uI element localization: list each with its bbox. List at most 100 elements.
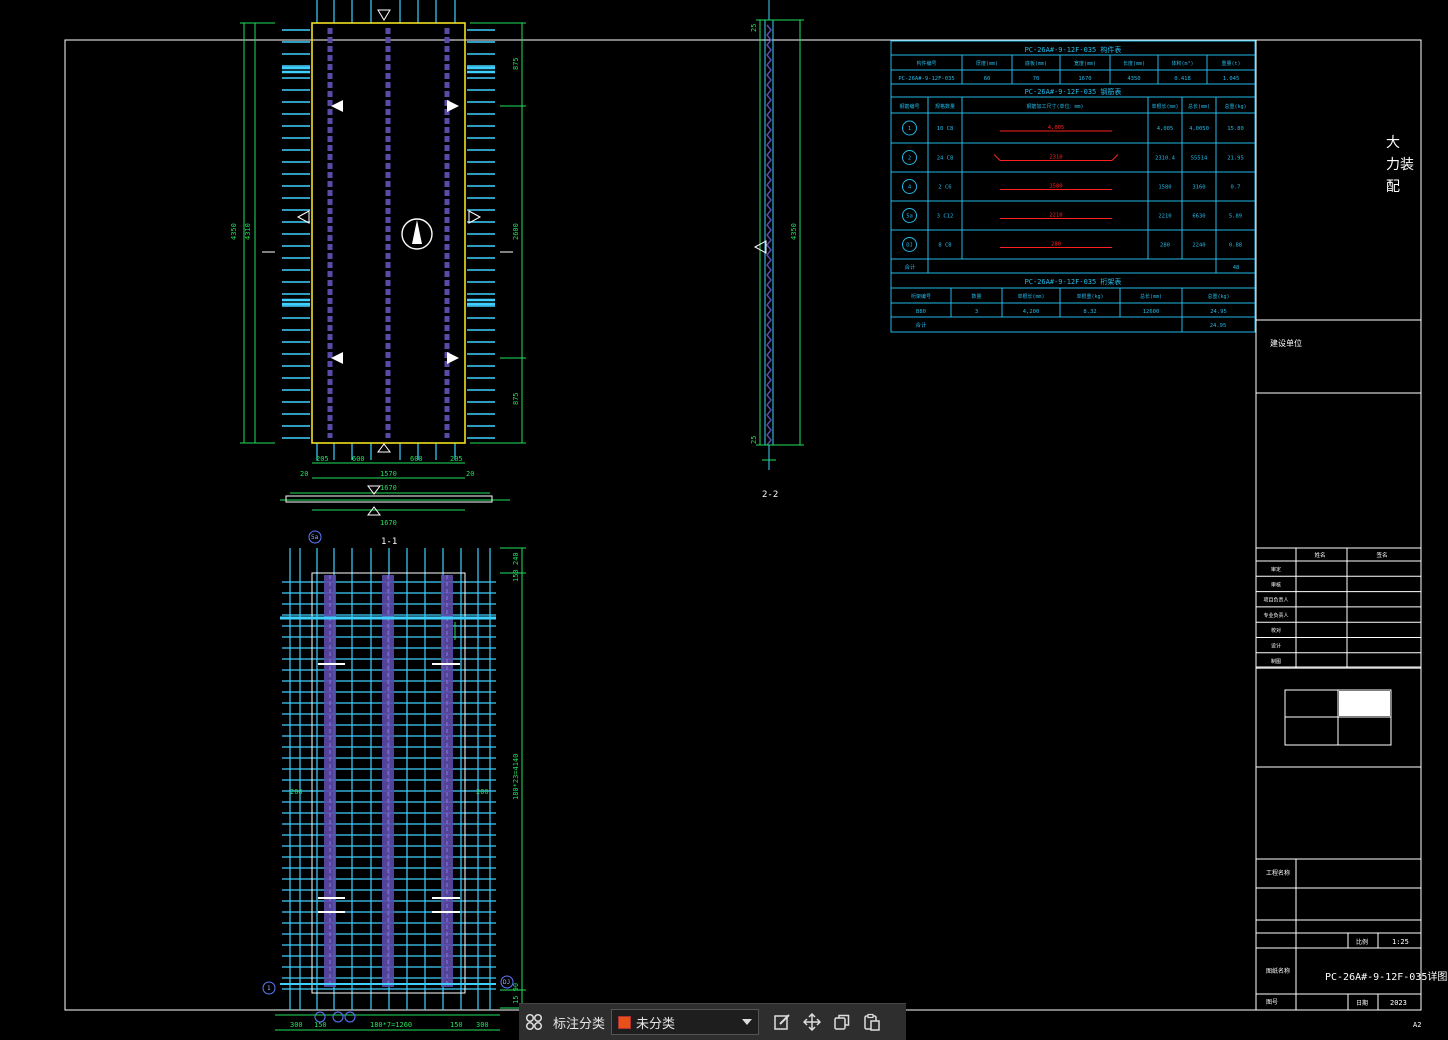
table-cell-text: 15.80 (1227, 126, 1244, 132)
copy-icon (834, 1014, 850, 1030)
table-cell-text: 4350 (1127, 76, 1140, 82)
category-dropdown[interactable]: 未分类 (611, 1009, 760, 1035)
svg-text:205: 205 (450, 455, 463, 463)
table-cell-text: 数量 (971, 293, 981, 300)
table-cell-text: 厚度(mm) (976, 60, 998, 67)
annotation-toolbar[interactable]: 标注分类 未分类 (519, 1003, 906, 1040)
table-cell-text: 8 C8 (938, 243, 951, 249)
paste-button[interactable] (857, 1007, 887, 1037)
sig-header: 签名 (1376, 551, 1387, 559)
rebar-hook (993, 154, 1001, 161)
table-cell-text: 规格数量 (935, 103, 955, 110)
paste-icon (864, 1013, 880, 1031)
drawing-frame (64, 39, 1422, 1011)
rebar-layout-view[interactable]: 240 150 180*23=4140 15 90 300 150 180*7=… (262, 530, 526, 1031)
section-2-2-view[interactable]: 25 4350 25 2-2 (750, 0, 804, 500)
table-cell-text: PC-26A#-9-12F-035 钢筋表 (1025, 87, 1122, 96)
table-cell-text: 0.88 (1229, 243, 1242, 249)
svg-text:25: 25 (750, 436, 758, 444)
plan-dim-text: 4350 4310 875 2600 875 205 600 600 205 1… (230, 57, 520, 527)
move-icon (803, 1013, 822, 1031)
direction-arrow-icon (412, 220, 422, 244)
table-cell-text: PC-26A#-9-12F-035 (898, 76, 954, 82)
table-cell-text: 24.95 (1210, 309, 1227, 315)
table-cell-text: 总重(kg) (1224, 103, 1246, 110)
grid-icon (525, 1013, 543, 1031)
svg-text:2600: 2600 (512, 223, 520, 240)
lifting-point-icon (447, 352, 459, 364)
svg-text:150: 150 (512, 569, 520, 582)
svg-text:4350: 4350 (790, 223, 798, 240)
lifting-point-icon (331, 352, 343, 364)
sig-row-label: 专业负责人 (1263, 612, 1288, 619)
rebar-hook (1111, 154, 1119, 161)
apps-grid-button[interactable] (519, 1007, 549, 1037)
table-cell-text: 1580 (1158, 185, 1171, 191)
move-button[interactable] (797, 1007, 827, 1037)
table-cell-text: 1.045 (1223, 76, 1240, 82)
svg-text:200: 200 (476, 788, 489, 796)
table-cell-text: 12600 (1143, 309, 1160, 315)
table-cell-text: 70 (1033, 76, 1040, 82)
title-logo-block (1339, 691, 1390, 716)
sig-row-label: 项目负责人 (1263, 597, 1288, 604)
title-block: 姓名 签名审定审核项目负责人专业负责人校对设计制图 大 力装 配 建设单位 工程名… (1255, 40, 1447, 1029)
table-cell-text: 4,0050 (1189, 126, 1209, 132)
svg-text:20: 20 (300, 470, 308, 478)
copy-button[interactable] (827, 1007, 857, 1037)
table-cell-text: 24 C8 (937, 156, 954, 162)
table-cell-text: 合计 (915, 321, 927, 329)
svg-text:600: 600 (410, 455, 423, 463)
table-cell-text: 280 (1051, 242, 1061, 248)
table-cell-text: 宽度(mm) (1074, 60, 1096, 67)
drawing-no-label: 图号 (1266, 999, 1278, 1006)
table-cell-text: 48 (1233, 265, 1240, 271)
sig-row-label: 校对 (1271, 627, 1281, 634)
construction-unit-label: 建设单位 (1270, 338, 1302, 348)
scale-value: 1:25 (1392, 938, 1409, 946)
chevron-down-icon (742, 1019, 753, 1025)
category-color-swatch (618, 1015, 632, 1029)
edit-button[interactable] (767, 1007, 797, 1037)
table-cell-text: 2 (908, 156, 911, 162)
table-cell-text: 4,005 (1157, 126, 1174, 132)
scale-label: 比例 (1356, 938, 1368, 946)
table-cell-text: 60 (984, 76, 991, 82)
table-cell-text: 5a (906, 214, 913, 220)
plan-view[interactable]: 4350 4310 875 2600 875 205 600 600 205 1… (230, 0, 526, 547)
annotation-category-label: 标注分类 (553, 1016, 606, 1032)
sig-row-label: 审定 (1271, 566, 1281, 573)
svg-text:1670: 1670 (380, 519, 397, 527)
svg-text:200: 200 (290, 788, 303, 796)
table-cell-text: 单根重(kg) (1076, 293, 1103, 300)
table-cell-text: 3 (975, 309, 978, 315)
sig-header: 姓名 (1314, 551, 1325, 559)
edge-mark-icon (296, 210, 310, 224)
cad-drawing-canvas[interactable]: 4350 4310 875 2600 875 205 600 600 205 1… (0, 0, 1448, 1040)
edge-mark-icon (377, 443, 391, 453)
table-cell-text: 1670 (1078, 76, 1091, 82)
table-cell-text: 总重(kg) (1207, 293, 1229, 300)
table-cell-text: 桁架编号 (911, 293, 931, 300)
sig-row-label: 设计 (1271, 643, 1281, 650)
company-text-2: 力装 (1386, 157, 1414, 173)
sig-row-label: 审核 (1271, 581, 1281, 588)
svg-text:600: 600 (352, 455, 365, 463)
svg-text:15 90: 15 90 (512, 983, 520, 1004)
sig-row-label: 制图 (1271, 658, 1281, 665)
table-cell-text: 重量(t) (1221, 60, 1240, 67)
lifting-point-icon (447, 100, 459, 112)
table-cell-text: 24.95 (1210, 323, 1227, 329)
table-cell-text: B80 (916, 309, 926, 315)
svg-text:240: 240 (512, 552, 520, 565)
table-cell-text: PC-26A#-9-12F-035 构件表 (1025, 45, 1122, 54)
project-label: 工程名称 (1266, 869, 1290, 877)
table-cell-text: 0.7 (1231, 185, 1241, 191)
date-value: 2023 (1390, 999, 1407, 1007)
table-cell-text: 2310 (1049, 155, 1062, 161)
table-cell-text: 2240 (1192, 243, 1205, 249)
svg-text:150: 150 (450, 1021, 463, 1029)
company-text-3: 配 (1386, 179, 1400, 195)
edit-icon (774, 1014, 790, 1030)
table-cell-text: 4,200 (1023, 309, 1040, 315)
